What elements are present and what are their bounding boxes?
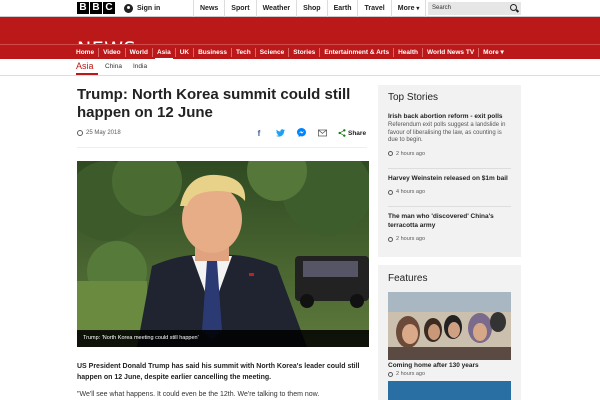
nav-item-business[interactable]: Business: [194, 45, 231, 60]
bbc-top-bar: B B C Sign in News Sport Weather Shop Ea…: [0, 0, 600, 17]
logo-letter: B: [90, 2, 102, 14]
bbc-logo[interactable]: B B C: [77, 2, 115, 14]
top-story-title[interactable]: The man who 'discovered' China's terraco…: [388, 212, 513, 230]
feature-image[interactable]: [388, 292, 511, 360]
top-story-summary: Referendum exit polls suggest a landslid…: [388, 122, 506, 143]
search-placeholder: Search: [432, 5, 452, 11]
top-story-title[interactable]: Irish back abortion reform - exit polls: [388, 112, 513, 121]
nav-item-video[interactable]: Video: [99, 45, 125, 60]
top-story-title[interactable]: Harvey Weinstein released on $1m bail: [388, 174, 513, 183]
top-story-time: 2 hours ago: [388, 151, 513, 157]
article-quote: "We'll see what happens. It could even b…: [77, 391, 320, 398]
topnav-item-shop[interactable]: Shop: [296, 0, 327, 17]
nav-item-entertainment[interactable]: Entertainment & Arts: [320, 45, 393, 60]
photo-caption: Trump: 'North Korea meeting could still …: [77, 330, 369, 347]
main-nav: Home Video World Asia UK Business Tech S…: [0, 44, 600, 60]
nav-item-asia[interactable]: Asia: [153, 45, 175, 60]
nav-item-science[interactable]: Science: [256, 45, 289, 60]
signin-label: Sign in: [137, 5, 161, 12]
feature-time: 2 hours ago: [388, 371, 425, 377]
search-icon[interactable]: [510, 4, 517, 11]
share-label: Share: [348, 130, 367, 137]
top-nav: News Sport Weather Shop Earth Travel Mor…: [193, 0, 427, 17]
top-story-time-text: 2 hours ago: [396, 150, 426, 157]
nav-item-home[interactable]: Home: [72, 45, 98, 60]
topnav-item-weather[interactable]: Weather: [255, 0, 297, 17]
messenger-icon[interactable]: [296, 128, 306, 139]
clock-icon: [388, 371, 393, 377]
facebook-icon[interactable]: f: [254, 129, 264, 138]
feature-caption[interactable]: Coming home after 130 years: [388, 362, 479, 369]
clock-icon: [388, 236, 393, 242]
top-story-item[interactable]: Harvey Weinstein released on $1m bail 4 …: [388, 174, 513, 195]
top-story-item[interactable]: Irish back abortion reform - exit polls …: [388, 112, 513, 157]
email-icon[interactable]: [317, 129, 327, 139]
clock-icon: [388, 189, 393, 195]
article-date-text: 25 May 2018: [86, 130, 121, 136]
nav-item-tech[interactable]: Tech: [232, 45, 255, 60]
chevron-down-icon: ▾: [500, 49, 504, 56]
topnav-item-travel[interactable]: Travel: [357, 0, 390, 17]
twitter-icon[interactable]: [275, 128, 285, 139]
story-divider: [388, 206, 511, 207]
clock-icon: [77, 130, 83, 136]
logo-letter: C: [103, 2, 115, 14]
top-story-item[interactable]: The man who 'discovered' China's terraco…: [388, 212, 513, 242]
nav-item-world[interactable]: World: [126, 45, 152, 60]
top-story-time-text: 2 hours ago: [396, 236, 426, 242]
top-story-time-text: 4 hours ago: [396, 189, 426, 195]
nav-item-stories[interactable]: Stories: [289, 45, 319, 60]
feature-image-2[interactable]: [388, 381, 511, 400]
logo-letter: B: [77, 2, 89, 14]
subnav-item-india[interactable]: India: [133, 63, 147, 70]
subnav-current-asia[interactable]: Asia: [76, 61, 94, 71]
article-photo[interactable]: Trump: 'North Korea meeting could still …: [77, 161, 369, 347]
share-tools: f Share: [254, 128, 366, 139]
subnav-active-indicator: [76, 73, 98, 75]
nav-item-world-news-tv[interactable]: World News TV: [423, 45, 478, 60]
nav-item-more[interactable]: More ▾: [479, 45, 508, 60]
top-story-time: 2 hours ago: [388, 236, 513, 242]
trump-photo-illustration: [77, 161, 369, 347]
clock-icon: [388, 151, 393, 156]
user-icon: [124, 4, 133, 13]
article-divider: [77, 147, 367, 148]
nav-item-health[interactable]: Health: [394, 45, 422, 60]
story-divider: [388, 168, 511, 169]
topnav-more-label: More: [397, 5, 415, 12]
share-icon: [338, 128, 346, 139]
features-panel: Features Coming home after 130 years 2 h…: [378, 265, 521, 400]
top-stories-title: Top Stories: [388, 92, 439, 103]
nav-more-label: More: [483, 49, 499, 56]
topnav-item-earth[interactable]: Earth: [326, 0, 358, 17]
page: B B C Sign in News Sport Weather Shop Ea…: [0, 0, 600, 400]
article-headline: Trump: North Korea summit could still ha…: [77, 86, 351, 121]
article-date: 25 May 2018: [77, 130, 121, 136]
features-title: Features: [388, 273, 428, 284]
feature-time-text: 2 hours ago: [396, 371, 426, 377]
topnav-item-more[interactable]: More ▾: [390, 0, 427, 17]
nav-item-uk[interactable]: UK: [176, 45, 193, 60]
search-input[interactable]: Search: [428, 2, 521, 15]
feature-photo-illustration: [388, 292, 511, 360]
share-button[interactable]: Share: [338, 128, 367, 139]
topnav-item-news[interactable]: News: [193, 0, 224, 17]
subnav-item-china[interactable]: China: [105, 63, 122, 70]
article-lede: US President Donald Trump has said his s…: [77, 363, 360, 381]
chevron-down-icon: ▾: [416, 6, 420, 12]
signin-link[interactable]: Sign in: [124, 2, 160, 15]
top-stories-panel: Top Stories Irish back abortion reform -…: [378, 85, 521, 257]
section-subnav: Asia China India: [0, 59, 600, 76]
top-story-time: 4 hours ago: [388, 189, 513, 195]
topnav-item-sport[interactable]: Sport: [224, 0, 255, 17]
